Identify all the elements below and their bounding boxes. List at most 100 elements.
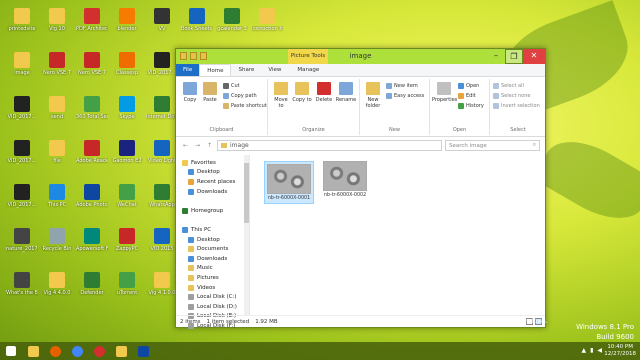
back-button[interactable]: ←: [181, 142, 190, 149]
desktop-icon[interactable]: send: [41, 96, 73, 120]
desktop-icon[interactable]: nature_2017...: [6, 228, 38, 252]
nav-scrollbar-thumb[interactable]: [244, 163, 249, 223]
desktop-icon[interactable]: Vig 4 1.0.0: [146, 272, 178, 296]
up-button[interactable]: ↑: [205, 142, 214, 149]
nav-item[interactable]: Videos: [176, 283, 249, 293]
desktop-icon[interactable]: Video Light: [146, 140, 178, 164]
file-item[interactable]: nb-tr-6000X-0002: [320, 161, 370, 198]
desktop-icon[interactable]: VID_2017...: [6, 140, 38, 164]
nav-item[interactable]: Pictures: [176, 273, 249, 283]
desktop-icon[interactable]: Internet Download...: [146, 96, 178, 120]
copy-button[interactable]: Copy: [180, 82, 200, 103]
history-button[interactable]: History: [458, 103, 484, 109]
desktop-icon[interactable]: image: [6, 52, 38, 76]
desktop-icon[interactable]: uTorrent: [111, 272, 143, 296]
nav-item[interactable]: Local Disk (D:): [176, 302, 249, 312]
rename-button[interactable]: Rename: [335, 82, 357, 103]
nav-item[interactable]: This PC: [176, 225, 249, 235]
maximize-button[interactable]: ❐: [505, 49, 523, 64]
desktop-icon[interactable]: Apowersoft Free Scre...: [76, 228, 108, 252]
nav-item[interactable]: Desktop: [176, 235, 249, 245]
paste-button[interactable]: Paste: [200, 82, 220, 103]
desktop-icon[interactable]: Book Sheets 0810...: [181, 8, 213, 32]
desktop-icon[interactable]: Vig 4 4.0.0: [41, 272, 73, 296]
desktop-icon[interactable]: Skype: [111, 96, 143, 120]
new-folder-button[interactable]: New folder: [363, 82, 383, 109]
clock[interactable]: 10:40 PM 12/27/2018: [604, 344, 636, 358]
network-icon[interactable]: ▮: [590, 347, 593, 354]
cut-button[interactable]: Cut: [223, 83, 240, 89]
delete-button[interactable]: Delete: [314, 82, 334, 103]
address-bar[interactable]: image: [217, 140, 442, 151]
nav-item[interactable]: Music: [176, 264, 249, 274]
desktop-icon[interactable]: printedsite: [6, 8, 38, 32]
paste-shortcut-button[interactable]: Paste shortcut: [223, 103, 267, 109]
desktop-icon[interactable]: Instruction for Addition...: [251, 8, 283, 32]
desktop-icon[interactable]: What's the Barcaid...: [6, 272, 38, 296]
nav-item[interactable]: Documents: [176, 244, 249, 254]
desktop-icon[interactable]: WeChat: [111, 184, 143, 208]
nav-item[interactable]: Homegroup: [176, 206, 249, 216]
desktop-icon[interactable]: This PC: [41, 184, 73, 208]
desktop-icon[interactable]: Vig 10: [41, 8, 73, 32]
file-item[interactable]: nb-tr-6000X-0001: [264, 161, 314, 204]
tab-home[interactable]: Home: [199, 64, 232, 76]
copy-to-button[interactable]: Copy to: [292, 82, 312, 103]
tab-share[interactable]: Share: [231, 64, 261, 76]
navigation-pane[interactable]: Favorites Desktop Recent places Downloads Ho…: [176, 155, 250, 329]
desktop-icon[interactable]: Gaomon E2: [111, 140, 143, 164]
title-bar[interactable]: Picture Tools image – ❐ ✕: [176, 49, 545, 64]
desktop-icon[interactable]: blender: [111, 8, 143, 32]
chevron-up-icon[interactable]: ▲: [581, 347, 586, 354]
desktop-icon[interactable]: WhatsApp: [146, 184, 178, 208]
taskbar-app-photoshop[interactable]: [132, 342, 154, 360]
desktop-icon[interactable]: VID_2017...: [6, 184, 38, 208]
taskbar-app-folder[interactable]: [110, 342, 132, 360]
breadcrumb[interactable]: image: [230, 142, 249, 149]
taskbar-app-file-explorer[interactable]: [22, 342, 44, 360]
easy-access-button[interactable]: Easy access: [386, 93, 424, 99]
nav-item[interactable]: Downloads: [176, 254, 249, 264]
start-button[interactable]: [0, 342, 22, 360]
desktop-icon[interactable]: VID_2017...: [6, 96, 38, 120]
close-button[interactable]: ✕: [523, 49, 545, 64]
desktop-icon[interactable]: Adobe Photosho...: [76, 184, 108, 208]
desktop-icon[interactable]: file: [41, 140, 73, 164]
nav-item[interactable]: Local Disk (C:): [176, 292, 249, 302]
volume-icon[interactable]: ◀: [597, 347, 602, 354]
copy-path-button[interactable]: Copy path: [223, 93, 257, 99]
new-item-button[interactable]: New item: [386, 83, 418, 89]
desktop-icon[interactable]: VID_2017...: [146, 52, 178, 76]
taskbar-app-psiphon[interactable]: [88, 342, 110, 360]
select-all-button[interactable]: Select all: [493, 83, 524, 89]
tab-file[interactable]: File: [176, 64, 200, 76]
tab-manage[interactable]: Manage: [290, 64, 326, 76]
desktop-icon[interactable]: VV: [146, 8, 178, 32]
edit-button[interactable]: Edit: [458, 93, 476, 99]
desktop-icon[interactable]: Adobe Reader DC: [76, 140, 108, 164]
invert-selection-button[interactable]: Invert selection: [493, 103, 540, 109]
nav-item[interactable]: Downloads: [176, 187, 249, 197]
desktop-icon[interactable]: Defender: [76, 272, 108, 296]
desktop-icon[interactable]: gcalendar 3: [216, 8, 248, 32]
nav-item[interactable]: Favorites: [176, 158, 249, 168]
explorer-window[interactable]: Picture Tools image – ❐ ✕ File Home Shar…: [175, 48, 546, 329]
nav-item[interactable]: Recent places: [176, 177, 249, 187]
desktop-icon[interactable]: VID 2015: [146, 228, 178, 252]
forward-button[interactable]: →: [193, 142, 202, 149]
move-to-button[interactable]: Move to: [271, 82, 291, 109]
properties-button[interactable]: Properties: [432, 82, 457, 103]
minimize-button[interactable]: –: [487, 49, 505, 64]
select-none-button[interactable]: Select none: [493, 93, 531, 99]
nav-item[interactable]: Desktop: [176, 168, 249, 178]
taskbar-app-firefox[interactable]: [44, 342, 66, 360]
desktop-icon[interactable]: Nero VSE 7: [41, 52, 73, 76]
desktop-icon[interactable]: Recycle Bin: [41, 228, 73, 252]
search-input[interactable]: Search image ⌕: [445, 140, 540, 151]
desktop-icon[interactable]: 360 Total Security: [76, 96, 108, 120]
desktop-icon[interactable]: ZappyPC: [111, 228, 143, 252]
taskbar-app-chrome[interactable]: [66, 342, 88, 360]
open-button[interactable]: Open: [458, 83, 479, 89]
desktop-icon[interactable]: Nero VSE 7: [76, 52, 108, 76]
file-list[interactable]: nb-tr-6000X-0001 nb-tr-6000X-0002: [250, 155, 545, 315]
